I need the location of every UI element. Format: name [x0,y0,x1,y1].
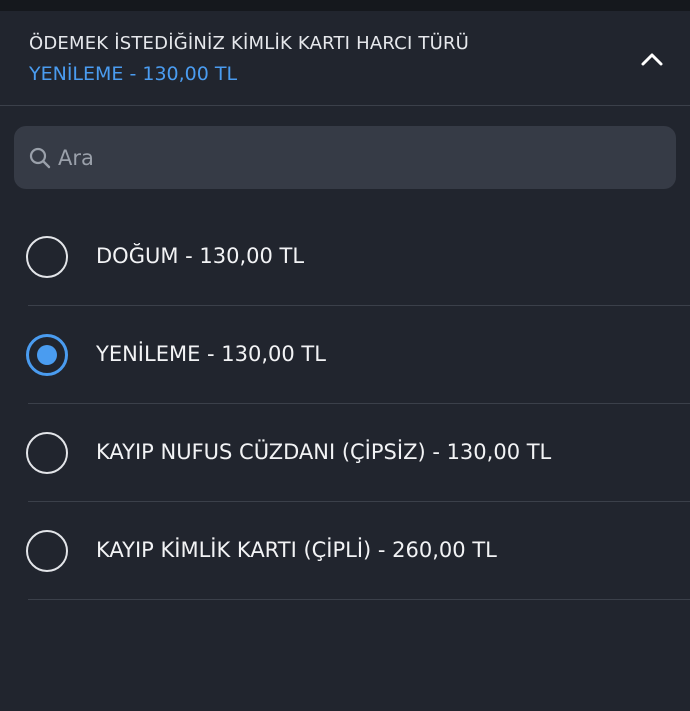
search-box[interactable] [14,126,676,189]
radio-button[interactable] [26,236,68,278]
radio-button[interactable] [26,530,68,572]
option-kayip-nufus-cuzdani[interactable]: KAYIP NUFUS CÜZDANI (ÇİPSİZ) - 130,00 TL [0,404,690,502]
selected-value: YENİLEME - 130,00 TL [29,63,238,85]
dropdown-header[interactable]: ÖDEMEK İSTEDİĞİNİZ KİMLİK KARTI HARCI TÜ… [0,11,690,106]
option-yenileme[interactable]: YENİLEME - 130,00 TL [0,306,690,404]
radio-button[interactable] [26,432,68,474]
divider [28,599,690,600]
option-label: KAYIP KİMLİK KARTI (ÇİPLİ) - 260,00 TL [96,538,497,562]
option-kayip-kimlik-karti[interactable]: KAYIP KİMLİK KARTI (ÇİPLİ) - 260,00 TL [0,502,690,600]
option-dogum[interactable]: DOĞUM - 130,00 TL [0,208,690,306]
option-label: KAYIP NUFUS CÜZDANI (ÇİPSİZ) - 130,00 TL [96,440,552,464]
radio-button[interactable] [26,334,68,376]
search-input[interactable] [58,126,658,189]
status-bar [0,0,690,11]
dropdown-title: ÖDEMEK İSTEDİĞİNİZ KİMLİK KARTI HARCI TÜ… [29,33,470,54]
option-label: YENİLEME - 130,00 TL [96,342,326,366]
search-icon [29,147,51,169]
option-label: DOĞUM - 130,00 TL [96,244,305,268]
chevron-up-icon [641,53,663,66]
collapse-button[interactable] [632,45,672,73]
